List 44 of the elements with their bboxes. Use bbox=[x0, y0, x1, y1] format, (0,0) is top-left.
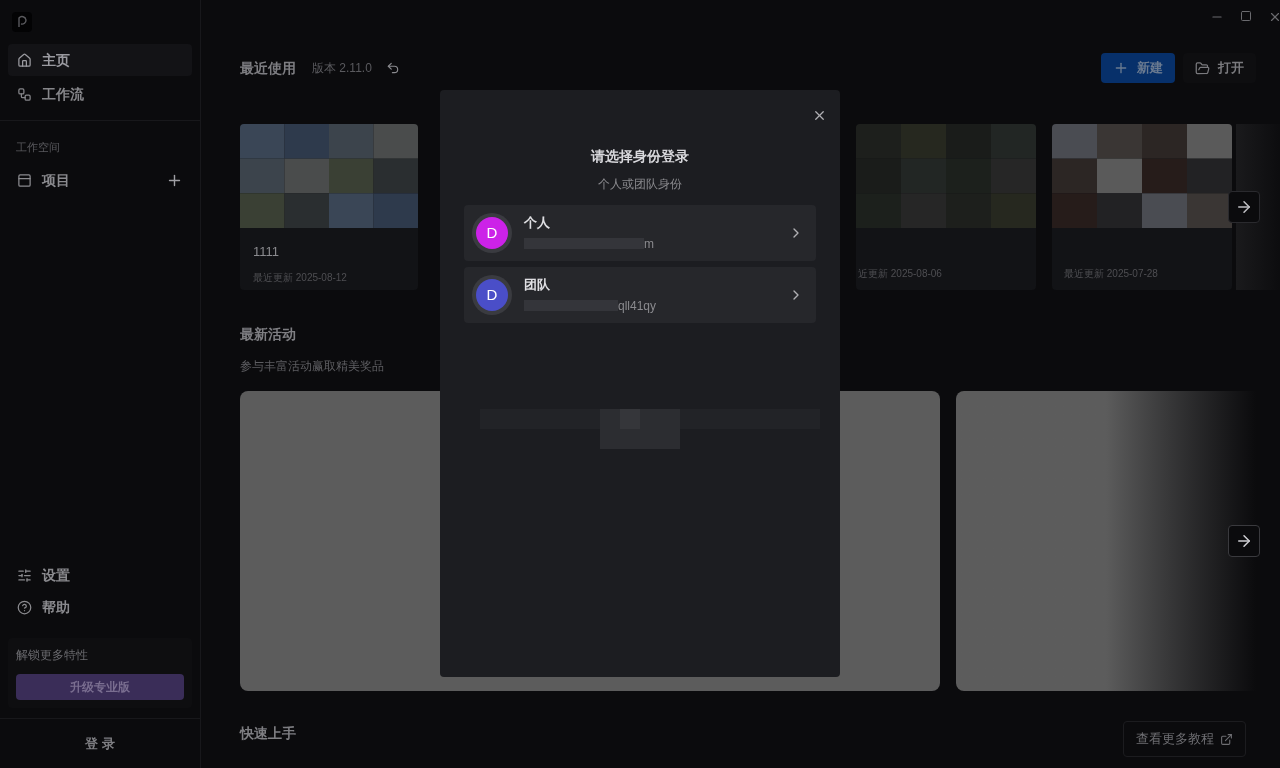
login-button[interactable]: 登 录 bbox=[85, 733, 115, 754]
account-text: m bbox=[644, 235, 654, 253]
workflow-icon bbox=[17, 86, 32, 102]
add-icon[interactable] bbox=[166, 172, 183, 189]
sliders-icon bbox=[17, 567, 32, 583]
project-item[interactable]: 项目 bbox=[8, 165, 192, 196]
dialog-title: 请选择身份登录 bbox=[591, 147, 689, 166]
arrow-right-icon bbox=[1235, 198, 1253, 216]
section-title: 快速上手 bbox=[240, 724, 296, 743]
identity-option[interactable]: D 团队 qll41qy bbox=[464, 267, 816, 323]
next-button[interactable] bbox=[1228, 525, 1260, 557]
avatar: D bbox=[476, 217, 508, 249]
tutorials-link-button[interactable]: 查看更多教程 bbox=[1123, 721, 1246, 757]
undo-icon[interactable] bbox=[385, 61, 400, 75]
nav-item[interactable]: 主页 bbox=[8, 44, 192, 76]
dialog-subtitle: 个人或团队身份 bbox=[598, 176, 682, 193]
nav-item[interactable]: 设置 bbox=[8, 560, 192, 590]
new-button[interactable]: 新建 bbox=[1101, 53, 1175, 83]
version-label: 版本 2.11.0 bbox=[312, 60, 372, 77]
nav-item[interactable]: 帮助 bbox=[8, 592, 192, 622]
logo-icon bbox=[12, 12, 32, 32]
identity-option[interactable]: D 个人 m bbox=[464, 205, 816, 261]
maximize-icon[interactable] bbox=[1240, 10, 1252, 22]
avatar: D bbox=[476, 279, 508, 311]
plus-icon bbox=[1113, 60, 1129, 76]
folder-icon bbox=[1195, 60, 1210, 76]
help-icon bbox=[17, 599, 32, 615]
external-link-icon bbox=[1220, 732, 1233, 746]
nav-item[interactable]: 工作流 bbox=[8, 78, 192, 110]
account-text: qll41qy bbox=[618, 297, 657, 315]
section-title: 最新活动 bbox=[240, 325, 297, 344]
section-heading: 工作空间 bbox=[15, 140, 61, 155]
identity-label: 团队 bbox=[524, 276, 551, 295]
section-title: 最近使用 bbox=[240, 58, 296, 78]
close-icon[interactable] bbox=[1268, 10, 1280, 24]
upgrade-text: 解锁更多特性 bbox=[16, 647, 89, 664]
close-icon[interactable] bbox=[812, 108, 827, 123]
next-button[interactable] bbox=[1228, 191, 1260, 223]
arrow-right-icon bbox=[1235, 532, 1253, 550]
identity-label: 个人 bbox=[524, 214, 551, 233]
project-name: 1111 bbox=[253, 243, 281, 261]
home-icon bbox=[17, 52, 32, 68]
section-subtitle: 参与丰富活动赢取精美奖品 bbox=[240, 358, 385, 375]
panel-icon bbox=[17, 173, 32, 188]
